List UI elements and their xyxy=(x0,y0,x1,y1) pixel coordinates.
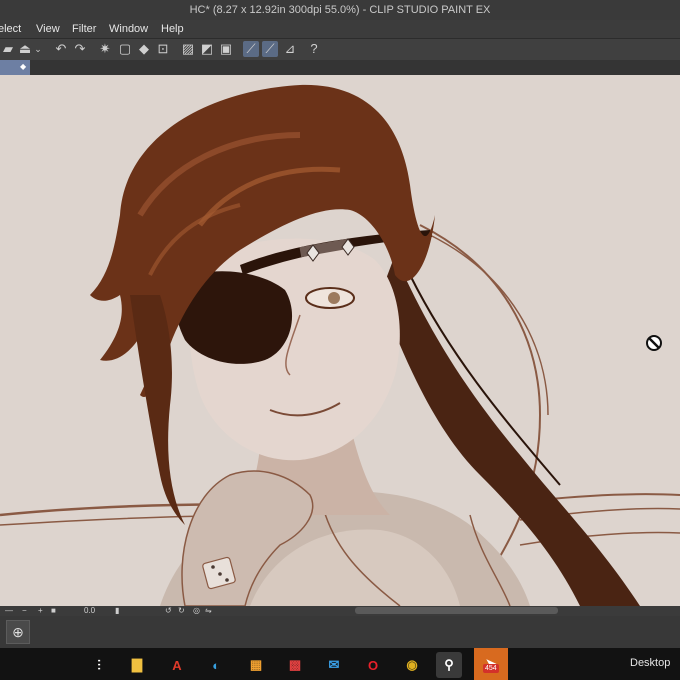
plus-zoom-icon[interactable]: + xyxy=(38,606,43,616)
notification-badge: 454 xyxy=(483,664,499,673)
stop-icon[interactable]: ■ xyxy=(51,606,56,616)
clear-icon[interactable]: ▢ xyxy=(117,41,133,57)
taskbar: ⫶ ▇ A ◐ ▦ ▩ ✉ O ◉ ⚲ ➤ xyxy=(0,648,680,680)
reset-rotation-icon[interactable]: ◎ xyxy=(193,606,200,616)
menu-help[interactable]: Help xyxy=(161,20,184,38)
menu-filter[interactable]: Filter xyxy=(72,20,96,38)
open-folder-icon[interactable]: ▰ xyxy=(0,41,16,57)
mail-icon[interactable]: ✉ xyxy=(321,652,347,678)
artwork xyxy=(0,84,680,606)
command-bar: ▰ ⏏ ⌄ ↶ ↷ ✷ ▢ ◆ ⊡ ▨ ◩ ▣ ⟋ ⟋ ⊿ ? xyxy=(0,38,680,62)
chrome-icon[interactable]: ◉ xyxy=(399,652,425,678)
status-bar: — − + ■ 0.0 ▮ ↺ ↻ ◎ ⇋ xyxy=(0,606,680,616)
navigator-icon[interactable]: ⊕ xyxy=(6,620,30,644)
fill-selection-icon[interactable]: ◩ xyxy=(199,41,215,57)
horizontal-scrollbar[interactable] xyxy=(355,607,558,614)
redo-icon[interactable]: ↷ xyxy=(72,41,88,57)
minus-icon[interactable]: — xyxy=(5,606,13,616)
zoom-slider-handle[interactable]: ▮ xyxy=(115,606,119,616)
rotate-left-icon[interactable]: ↺ xyxy=(165,606,172,616)
not-allowed-cursor-icon xyxy=(646,335,662,351)
drawing-canvas[interactable] xyxy=(0,75,680,606)
menu-view[interactable]: View xyxy=(36,20,60,38)
lower-panel: ⊕ xyxy=(0,616,680,648)
clip-studio-icon[interactable]: ⚲ xyxy=(436,652,462,678)
menu-bar: elect View Filter Window Help xyxy=(0,20,680,38)
rotate-right-icon[interactable]: ↻ xyxy=(178,606,185,616)
loading-icon[interactable]: ✷ xyxy=(97,41,113,57)
undo-icon[interactable]: ↶ xyxy=(53,41,69,57)
snap-ruler-icon[interactable]: ⟋ xyxy=(243,41,259,57)
file-explorer-icon[interactable]: ▇ xyxy=(124,652,150,678)
zoom-value[interactable]: 0.0 xyxy=(84,606,95,616)
menu-window[interactable]: Window xyxy=(109,20,148,38)
tab-modified-icon: ◆ xyxy=(20,62,27,71)
task-view-icon[interactable]: ⫶ xyxy=(86,652,112,678)
canvas-tab[interactable]: ◆ xyxy=(0,60,30,75)
window-title: HC* (8.27 x 12.92in 300dpi 55.0%) - CLIP… xyxy=(0,0,680,20)
clear-outside-icon[interactable]: ▨ xyxy=(180,41,196,57)
snap-special-ruler-icon[interactable]: ⟋ xyxy=(262,41,278,57)
chevron-down-icon[interactable]: ⌄ xyxy=(33,41,43,57)
canvas-tab-strip: ◆ xyxy=(0,60,680,75)
minus-zoom-icon[interactable]: − xyxy=(22,606,27,616)
flip-icon[interactable]: ⇋ xyxy=(205,606,212,616)
acrobat-icon[interactable]: A xyxy=(164,652,190,678)
desktop-label[interactable]: Desktop xyxy=(630,656,670,670)
microsoft-store-icon[interactable]: ▦ xyxy=(243,652,269,678)
menu-select[interactable]: elect xyxy=(0,20,21,38)
help-icon[interactable]: ? xyxy=(306,41,322,57)
edge-icon[interactable]: ◐ xyxy=(203,652,229,678)
gift-icon[interactable]: ▩ xyxy=(282,652,308,678)
transform-icon[interactable]: ⊡ xyxy=(155,41,171,57)
fill-icon[interactable]: ◆ xyxy=(136,41,152,57)
snap-grid-icon[interactable]: ⊿ xyxy=(282,41,298,57)
save-icon[interactable]: ⏏ xyxy=(17,41,33,57)
select-all-icon[interactable]: ▣ xyxy=(218,41,234,57)
opera-icon[interactable]: O xyxy=(360,652,386,678)
